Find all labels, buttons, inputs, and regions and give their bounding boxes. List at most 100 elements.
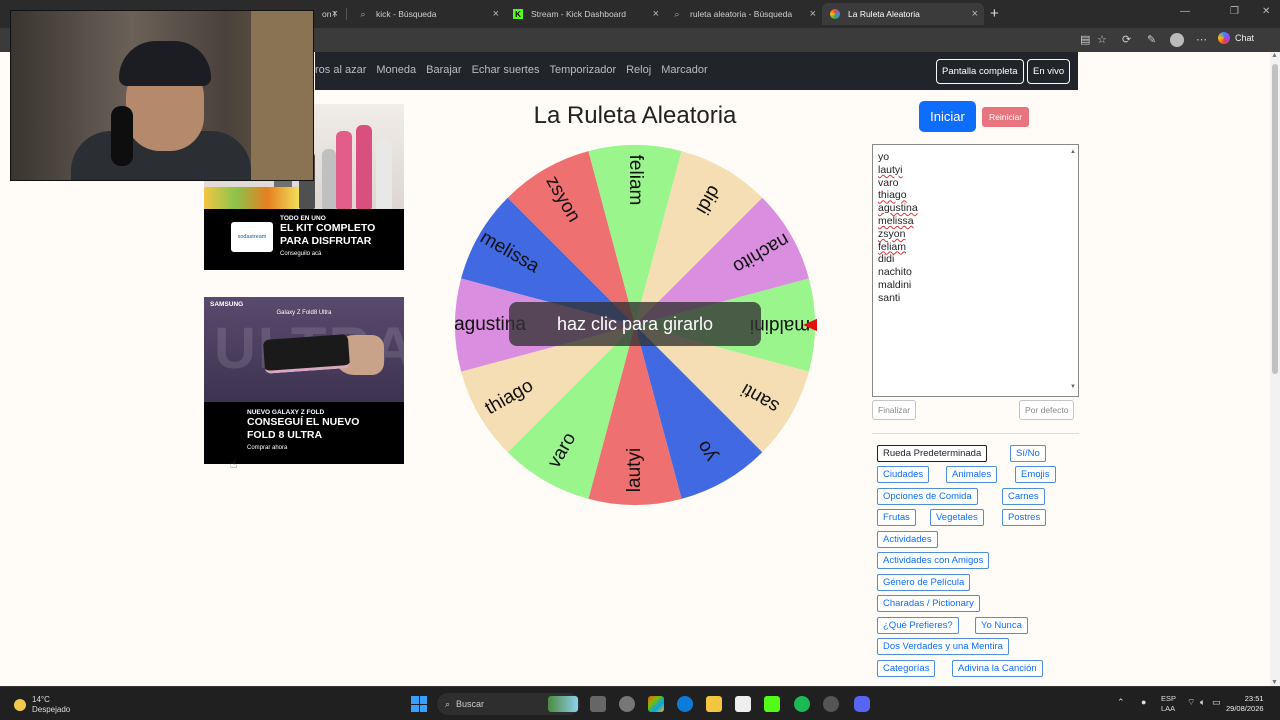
minimize-icon[interactable]: — [1180,6,1190,17]
store-bag-icon[interactable] [735,696,751,712]
collections-icon[interactable]: ✎ [1147,33,1156,46]
tab-4[interactable]: ⌕ ruleta aleatoria - Búsqueda × [664,3,822,25]
more-options-icon[interactable]: ⋯ [1196,33,1207,46]
discord-icon[interactable] [854,696,870,712]
tab-5-active[interactable]: La Ruleta Aleatoria × [822,3,984,25]
store-icon[interactable] [648,696,664,712]
site-navbar: ros al azar Moneda Barajar Echar suertes… [315,52,1078,90]
search-icon: ⌕ [360,8,366,19]
preset-button[interactable]: Opciones de Comida [877,488,978,505]
nav-link-moneda[interactable]: Moneda [376,64,416,76]
name-entry: lautyi [878,163,903,176]
edge-icon[interactable] [677,696,693,712]
names-textarea[interactable]: ▲ ▼ yo lautyi varo thiago agustina melissa zsy… [872,144,1079,397]
preset-button[interactable]: Frutas [877,509,916,526]
fullscreen-button[interactable]: Pantalla completa [936,59,1024,84]
preset-button[interactable]: Dos Verdades y una Mentira [877,638,1009,655]
weather-widget[interactable]: 14°C Despejado [14,695,70,715]
nav-link-echar-suertes[interactable]: Echar suertes [472,64,540,76]
spin-hint[interactable]: haz clic para girarlo [509,302,761,346]
preset-button[interactable]: Ciudades [877,466,930,483]
copilot-chat-button[interactable]: Chat [1218,32,1254,44]
divider [872,433,1079,434]
scroll-thumb[interactable] [1272,64,1278,374]
speaker-icon[interactable]: 🔈︎ [1200,697,1205,708]
nav-link-marcador[interactable]: Marcador [661,64,707,76]
close-icon[interactable]: × [653,8,659,20]
preset-button[interactable]: Carnes [1002,488,1045,505]
kick-icon[interactable] [764,696,780,712]
default-button[interactable]: Por defecto [1019,400,1075,420]
preset-button[interactable]: Actividades con Amigos [877,552,990,569]
widget-image [548,696,578,712]
scroll-down-icon[interactable]: ▼ [1271,679,1278,686]
samsung-logo: SAMSUNG [210,301,244,308]
name-entry: feliam [878,240,907,253]
task-view-icon[interactable] [590,696,606,712]
page-scrollbar[interactable]: ▲ ▼ [1270,52,1280,686]
close-icon[interactable]: × [972,8,978,20]
nav-link-reloj[interactable]: Reloj [626,64,651,76]
extensions-icon[interactable]: ⟳ [1122,33,1131,46]
language-indicator[interactable]: ESP LAA [1161,694,1176,714]
name-entry: melissa [878,214,914,227]
finish-button[interactable]: Finalizar [872,400,917,420]
preset-button[interactable]: Postres [1002,509,1047,526]
search-label: Buscar [456,699,485,709]
nav-link-temporizador[interactable]: Temporizador [549,64,616,76]
profile-avatar[interactable] [1170,33,1184,47]
preset-button[interactable]: Emojis [1015,466,1056,483]
name-entry: agustina [878,202,918,215]
reset-button[interactable]: Reiniciar [982,107,1029,127]
name-entry: maldini [878,278,912,291]
folder-icon[interactable] [706,696,722,712]
close-icon[interactable]: × [493,8,499,20]
tab-1[interactable]: on l × [314,3,344,25]
preset-button[interactable]: Charadas / Pictionary [877,595,980,612]
search-icon: ⌕ [445,698,451,709]
start-button[interactable]: Iniciar [919,101,976,132]
preset-button[interactable]: Adivina la Canción [952,660,1043,677]
preset-button[interactable]: Categorías [877,660,936,677]
tab-3[interactable]: K Stream - Kick Dashboard × [505,3,665,25]
scroll-down-icon[interactable]: ▼ [1070,381,1076,394]
clock[interactable]: 23:51 29/08/2026 [1226,694,1264,714]
scroll-up-icon[interactable]: ▲ [1070,146,1076,159]
preset-button[interactable]: Género de Película [877,574,971,591]
close-icon[interactable]: × [810,8,816,20]
favorite-star-icon[interactable]: ☆ [1097,33,1107,46]
obs-icon[interactable] [823,696,839,712]
settings-icon[interactable] [619,696,635,712]
windows-start-icon[interactable] [411,696,427,712]
tab-2-label: kick - Búsqueda [376,9,437,19]
nav-link-barajar[interactable]: Barajar [426,64,461,76]
tab-2[interactable]: ⌕ kick - Búsqueda × [350,3,505,25]
ad-cta: Conseguilo acá [280,251,322,257]
tray-chevron-icon[interactable]: ⌃ [1117,697,1125,708]
moon-icon [14,699,26,711]
tray-app-icon[interactable]: ● [1141,697,1146,707]
preset-button[interactable]: Actividades [877,531,938,548]
globe-icon [830,9,840,19]
wifi-icon[interactable]: ⌔ [1187,697,1195,708]
preset-button[interactable]: Animales [946,466,998,483]
reading-view-icon[interactable]: ▤ [1080,33,1090,46]
name-entry: nachito [878,266,912,279]
maximize-icon[interactable]: ❐ [1230,6,1239,17]
ad-samsung[interactable]: SAMSUNG Galaxy Z Fold8 Ultra ULTRA NUEVO… [204,297,404,464]
close-icon[interactable]: × [332,8,338,20]
preset-button[interactable]: Sí/No [1010,445,1046,462]
close-window-icon[interactable]: ✕ [1262,6,1270,17]
live-button[interactable]: En vivo [1027,59,1071,84]
preset-button[interactable]: Rueda Predeterminada [877,445,988,462]
ad-tagline: NUEVO GALAXY Z FOLD [247,409,325,416]
nav-link[interactable]: ros al azar [315,64,366,76]
tab-3-label: Stream - Kick Dashboard [531,9,626,19]
preset-button[interactable]: Yo Nunca [975,617,1028,634]
spotify-icon[interactable] [794,696,810,712]
scroll-up-icon[interactable]: ▲ [1271,52,1278,59]
battery-icon[interactable]: ▭ [1212,697,1221,708]
preset-button[interactable]: Vegetales [930,509,984,526]
preset-button[interactable]: ¿Qué Prefieres? [877,617,959,634]
new-tab-button[interactable]: + [990,5,999,22]
